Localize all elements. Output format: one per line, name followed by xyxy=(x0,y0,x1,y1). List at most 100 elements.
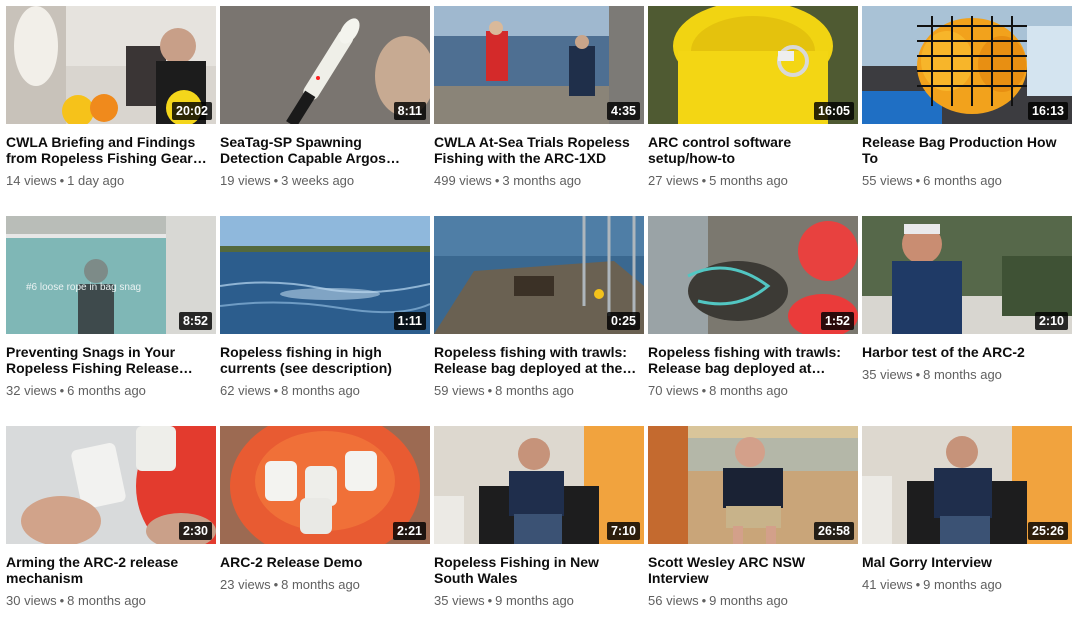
video-card[interactable]: 2:10 Harbor test of the ARC-2 35 views • 8… xyxy=(862,216,1072,426)
separator-dot: • xyxy=(494,173,500,188)
video-title[interactable]: CWLA At-Sea Trials Ropeless Fishing with… xyxy=(434,134,644,166)
duration-badge: 1:11 xyxy=(393,312,426,330)
upload-age: 8 months ago xyxy=(709,383,788,398)
separator-dot: • xyxy=(701,173,707,188)
video-thumbnail[interactable]: 20:02 xyxy=(6,6,216,124)
video-thumbnail[interactable]: 2:30 xyxy=(6,426,216,544)
video-title[interactable]: Preventing Snags in Your Ropeless Fishin… xyxy=(6,344,216,376)
duration-badge: 7:10 xyxy=(606,522,640,540)
video-card[interactable]: #6 loose rope in bag snag 8:52 Preventin… xyxy=(6,216,216,426)
separator-dot: • xyxy=(59,383,65,398)
view-count: 499 views xyxy=(434,173,492,188)
separator-dot: • xyxy=(701,383,707,398)
separator-dot: • xyxy=(273,577,279,592)
view-count: 19 views xyxy=(220,173,271,188)
video-title[interactable]: Scott Wesley ARC NSW Interview xyxy=(648,554,858,586)
view-count: 56 views xyxy=(648,593,699,608)
view-count: 27 views xyxy=(648,173,699,188)
duration-badge: 8:52 xyxy=(178,312,212,330)
video-title[interactable]: SeaTag-SP Spawning Detection Capable Arg… xyxy=(220,134,430,166)
video-card[interactable]: 2:30 Arming the ARC-2 release mechanism … xyxy=(6,426,216,636)
video-thumbnail[interactable]: 0:25 xyxy=(434,216,644,334)
video-meta: 19 views • 3 weeks ago xyxy=(220,173,430,189)
duration-badge: 16:05 xyxy=(814,102,854,120)
video-thumbnail[interactable]: 16:13 xyxy=(862,6,1072,124)
video-thumbnail[interactable]: 4:35 xyxy=(434,6,644,124)
view-count: 30 views xyxy=(6,593,57,608)
video-thumbnail[interactable]: 25:26 xyxy=(862,426,1072,544)
upload-age: 8 months ago xyxy=(281,383,360,398)
duration-badge: 2:30 xyxy=(178,522,212,540)
upload-age: 8 months ago xyxy=(67,593,146,608)
video-thumbnail[interactable]: 8:11 xyxy=(220,6,430,124)
video-meta: 499 views • 3 months ago xyxy=(434,173,644,189)
video-card[interactable]: 7:10 Ropeless Fishing in New South Wales… xyxy=(434,426,644,636)
duration-badge: 2:21 xyxy=(392,522,426,540)
video-title[interactable]: Ropeless fishing in high currents (see d… xyxy=(220,344,430,376)
upload-age: 9 months ago xyxy=(495,593,574,608)
video-title[interactable]: ARC control software setup/how-to xyxy=(648,134,858,166)
view-count: 41 views xyxy=(862,577,913,592)
video-card[interactable]: 8:11 SeaTag-SP Spawning Detection Capabl… xyxy=(220,6,430,216)
separator-dot: • xyxy=(273,173,279,188)
video-meta: 55 views • 6 months ago xyxy=(862,173,1072,189)
video-meta: 35 views • 9 months ago xyxy=(434,593,644,609)
separator-dot: • xyxy=(701,593,707,608)
video-meta: 30 views • 8 months ago xyxy=(6,593,216,609)
separator-dot: • xyxy=(487,383,493,398)
thumbnail-overlay-text: #6 loose rope in bag snag xyxy=(26,282,141,293)
video-card[interactable]: 1:52 Ropeless fishing with trawls: Relea… xyxy=(648,216,858,426)
video-meta: 35 views • 8 months ago xyxy=(862,367,1072,383)
video-thumbnail[interactable]: 2:10 xyxy=(862,216,1072,334)
video-thumbnail[interactable]: 7:10 xyxy=(434,426,644,544)
video-card[interactable]: 20:02 CWLA Briefing and Findings from Ro… xyxy=(6,6,216,216)
video-thumbnail[interactable]: 1:52 xyxy=(648,216,858,334)
upload-age: 8 months ago xyxy=(281,577,360,592)
upload-age: 8 months ago xyxy=(495,383,574,398)
video-card[interactable]: 16:05 ARC control software setup/how-to … xyxy=(648,6,858,216)
view-count: 32 views xyxy=(6,383,57,398)
video-title[interactable]: Arming the ARC-2 release mechanism xyxy=(6,554,216,586)
video-card[interactable]: 2:21 ARC-2 Release Demo 23 views • 8 month… xyxy=(220,426,430,636)
video-thumbnail[interactable]: 1:11 xyxy=(220,216,430,334)
video-thumbnail[interactable]: #6 loose rope in bag snag 8:52 xyxy=(6,216,216,334)
view-count: 55 views xyxy=(862,173,913,188)
video-thumbnail[interactable]: 16:05 xyxy=(648,6,858,124)
duration-badge: 0:25 xyxy=(606,312,640,330)
duration-badge: 8:11 xyxy=(393,102,426,120)
video-card[interactable]: 0:25 Ropeless fishing with trawls: Relea… xyxy=(434,216,644,426)
video-card[interactable]: 25:26 Mal Gorry Interview 41 views • 9 mon… xyxy=(862,426,1072,636)
duration-badge: 16:13 xyxy=(1028,102,1068,120)
duration-badge: 1:52 xyxy=(820,312,854,330)
view-count: 23 views xyxy=(220,577,271,592)
video-meta: 70 views • 8 months ago xyxy=(648,383,858,399)
upload-age: 5 months ago xyxy=(709,173,788,188)
view-count: 59 views xyxy=(434,383,485,398)
video-title[interactable]: Ropeless fishing with trawls: Release ba… xyxy=(434,344,644,376)
duration-badge: 20:02 xyxy=(172,102,212,120)
video-grid: 20:02 CWLA Briefing and Findings from Ro… xyxy=(6,6,1079,636)
upload-age: 9 months ago xyxy=(709,593,788,608)
video-card[interactable]: 26:58 Scott Wesley ARC NSW Interview 56 … xyxy=(648,426,858,636)
video-title[interactable]: Ropeless Fishing in New South Wales xyxy=(434,554,644,586)
upload-age: 3 months ago xyxy=(502,173,582,188)
duration-badge: 26:58 xyxy=(814,522,854,540)
separator-dot: • xyxy=(59,173,65,188)
separator-dot: • xyxy=(915,173,921,188)
separator-dot: • xyxy=(915,367,921,382)
separator-dot: • xyxy=(59,593,65,608)
video-title[interactable]: Ropeless fishing with trawls: Release ba… xyxy=(648,344,858,376)
upload-age: 6 months ago xyxy=(67,383,146,398)
video-meta: 27 views • 5 months ago xyxy=(648,173,858,189)
video-meta: 41 views • 9 months ago xyxy=(862,577,1072,593)
video-thumbnail[interactable]: 26:58 xyxy=(648,426,858,544)
view-count: 62 views xyxy=(220,383,271,398)
duration-badge: 2:10 xyxy=(1034,312,1068,330)
video-card[interactable]: 4:35 CWLA At-Sea Trials Ropeless Fishing… xyxy=(434,6,644,216)
video-title[interactable]: CWLA Briefing and Findings from Ropeless… xyxy=(6,134,216,166)
video-card[interactable]: 1:11 Ropeless fishing in high currents (… xyxy=(220,216,430,426)
video-thumbnail[interactable]: 2:21 xyxy=(220,426,430,544)
video-title[interactable]: Release Bag Production How To xyxy=(862,134,1072,166)
upload-age: 9 months ago xyxy=(923,577,1002,592)
video-card[interactable]: 16:13 Release Bag Production How To 55 v… xyxy=(862,6,1072,216)
